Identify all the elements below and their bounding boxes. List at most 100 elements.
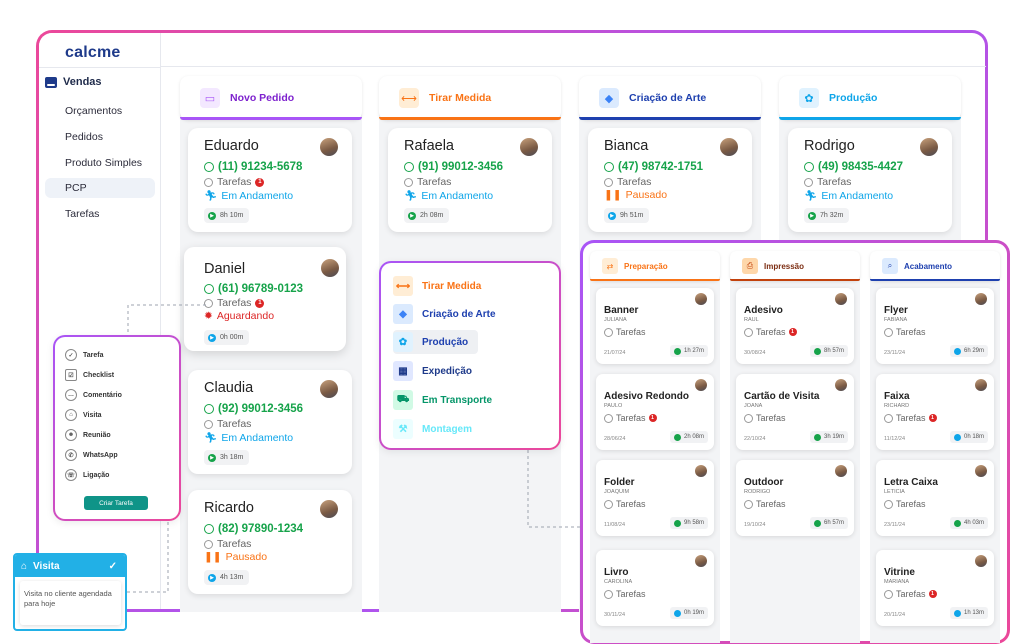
- timer-text: 6h 29m: [963, 348, 984, 354]
- sidebar-item-produto-simples[interactable]: Produto Simples: [45, 153, 155, 173]
- task-option-tarefa[interactable]: ✓ Tarefa: [65, 349, 104, 361]
- create-task-button[interactable]: Criar Tarefa: [84, 496, 148, 510]
- timer-badge[interactable]: 6h 57m: [809, 517, 848, 529]
- sidebar-item-pcp[interactable]: PCP: [45, 178, 155, 198]
- tasks-label: Tarefas: [896, 499, 926, 509]
- client-phone[interactable]: (92) 99012-3456: [204, 403, 303, 415]
- client-phone[interactable]: (11) 91234-5678: [204, 161, 302, 173]
- timer-badge[interactable]: 6h 29m: [949, 345, 988, 357]
- column-header[interactable]: ▭ Novo Pedido: [180, 76, 362, 120]
- timer-badge[interactable]: 1h 27m: [669, 345, 708, 357]
- task-option-visita[interactable]: ⌂ Visita: [65, 409, 102, 421]
- stage-option-criacao-arte[interactable]: ◆ Criação de Arte: [393, 302, 506, 326]
- visit-notification[interactable]: ⌂ Visita ✓ Visita no cliente agendada pa…: [13, 553, 127, 631]
- job-card[interactable]: Adesivo Redondo PAULO Tarefas 1 28/06/24 2h 0…: [596, 374, 714, 450]
- tasks-row[interactable]: Tarefas: [404, 176, 451, 188]
- job-card[interactable]: Banner JULIANA Tarefas 21/07/24 1h 27m: [596, 288, 714, 364]
- people-icon: ☻: [65, 429, 77, 441]
- sidebar-item-tarefas[interactable]: Tarefas: [45, 204, 155, 224]
- sidebar-item-orcamentos[interactable]: Orçamentos: [45, 101, 155, 121]
- timer-badge[interactable]: 0h 19m: [669, 607, 708, 619]
- job-card[interactable]: Flyer FABIANA Tarefas 23/11/24 6h 29m: [876, 288, 994, 364]
- job-card[interactable]: Vitrine MARIANA Tarefas 1 20/11/24 1h 13m: [876, 550, 994, 626]
- client-card[interactable]: Daniel (61) 96789-0123 Tarefas 1 ✹ Aguarda…: [184, 247, 346, 351]
- tasks-row[interactable]: Tarefas 1: [204, 297, 265, 309]
- column-header[interactable]: ✿ Produção: [779, 76, 961, 120]
- tasks-row[interactable]: Tarefas 1: [884, 413, 937, 423]
- job-client: CAROLINA: [604, 579, 633, 585]
- sidebar-section-vendas[interactable]: Vendas: [45, 76, 102, 88]
- stage-option-em-transporte[interactable]: ⛟ Em Transporte: [393, 388, 502, 412]
- visit-title: Visita: [33, 560, 60, 572]
- tasks-row[interactable]: Tarefas: [604, 499, 646, 509]
- job-card[interactable]: Faixa RICHARD Tarefas 1 11/12/24 0h 18m: [876, 374, 994, 450]
- client-card[interactable]: Rodrigo (49) 98435-4427 Tarefas 🏃︎ Em And…: [788, 128, 952, 232]
- stage-option-montagem[interactable]: ⚒ Montagem: [393, 417, 482, 441]
- checkmark-icon[interactable]: ✓: [109, 561, 117, 572]
- timer-badge[interactable]: 3h 19m: [809, 431, 848, 443]
- pcp-column-header[interactable]: ⇄ Preparação: [590, 251, 720, 281]
- timer-badge[interactable]: ▶ 8h 10m: [204, 208, 250, 223]
- job-card[interactable]: Outdoor RODRIGO Tarefas 19/10/24 6h 57m: [736, 460, 854, 536]
- pcp-column-header[interactable]: ⎙ Impressão: [730, 251, 860, 281]
- client-card[interactable]: Eduardo (11) 91234-5678 Tarefas 1 🏃︎ Em An…: [188, 128, 352, 232]
- timer-badge[interactable]: ▶ 9h 51m: [604, 208, 650, 223]
- client-phone[interactable]: (91) 99012-3456: [404, 161, 503, 173]
- client-phone[interactable]: (82) 97890-1234: [204, 523, 303, 535]
- job-card[interactable]: Letra Caixa LETICIA Tarefas 23/11/24 4h 03m: [876, 460, 994, 536]
- menu-label: WhatsApp: [83, 451, 118, 459]
- tasks-row[interactable]: Tarefas: [884, 499, 926, 509]
- job-card[interactable]: Folder JOAQUIM Tarefas 11/08/24 9h 58m: [596, 460, 714, 536]
- stage-label: Expedição: [422, 365, 473, 377]
- task-option-whatsapp[interactable]: ✆ WhatsApp: [65, 449, 118, 461]
- tasks-row[interactable]: Tarefas 1: [204, 176, 265, 188]
- timer-badge[interactable]: ▶ 0h 00m: [204, 330, 250, 345]
- task-option-ligacao[interactable]: ☏ Ligação: [65, 469, 109, 481]
- client-card[interactable]: Claudia (92) 99012-3456 Tarefas 🏃︎ Em And…: [188, 370, 352, 474]
- stage-option-tirar-medida[interactable]: ⟷ Tirar Medida: [393, 274, 491, 298]
- timer-badge[interactable]: ▶ 4h 13m: [204, 570, 250, 585]
- timer-badge[interactable]: ▶ 2h 08m: [404, 208, 450, 223]
- whatsapp-icon: ✆: [65, 449, 77, 461]
- timer-badge[interactable]: ▶ 7h 32m: [804, 208, 850, 223]
- tasks-row[interactable]: Tarefas: [744, 413, 786, 423]
- client-phone[interactable]: (49) 98435-4427: [804, 161, 903, 173]
- timer-badge[interactable]: 9h 58m: [669, 517, 708, 529]
- job-card[interactable]: Cartão de Visita JOANA Tarefas 22/10/24 3h 1…: [736, 374, 854, 450]
- task-option-checklist[interactable]: ☑ Checklist: [65, 369, 114, 381]
- timer-badge[interactable]: 0h 18m: [949, 431, 988, 443]
- client-card[interactable]: Bianca (47) 98742-1751 Tarefas ❚❚ Pausado…: [588, 128, 752, 232]
- tasks-row[interactable]: Tarefas: [204, 538, 251, 550]
- tasks-row[interactable]: Tarefas: [604, 589, 646, 599]
- tasks-row[interactable]: Tarefas 1: [604, 413, 657, 423]
- pcp-column-header[interactable]: ⌕ Acabamento: [870, 251, 1000, 281]
- sidebar-section-label: Vendas: [63, 76, 102, 88]
- tasks-row[interactable]: Tarefas: [604, 327, 646, 337]
- tasks-row[interactable]: Tarefas: [804, 176, 851, 188]
- timer-badge[interactable]: 8h 57m: [809, 345, 848, 357]
- stage-option-expedicao[interactable]: ▦ Expedição: [393, 359, 482, 383]
- task-option-reuniao[interactable]: ☻ Reunião: [65, 429, 111, 441]
- client-phone[interactable]: (47) 98742-1751: [604, 161, 703, 173]
- tasks-row[interactable]: Tarefas 1: [744, 327, 797, 337]
- job-card[interactable]: Adesivo RAUL Tarefas 1 30/08/24 8h 57m: [736, 288, 854, 364]
- column-header[interactable]: ◆ Criação de Arte: [579, 76, 761, 120]
- column-header[interactable]: ⟷ Tirar Medida: [379, 76, 561, 120]
- sidebar: calcme Vendas Orçamentos Pedidos Produto…: [39, 33, 161, 609]
- tasks-row[interactable]: Tarefas 1: [884, 589, 937, 599]
- timer-badge[interactable]: 1h 13m: [949, 607, 988, 619]
- sidebar-item-pedidos[interactable]: Pedidos: [45, 127, 155, 147]
- client-card[interactable]: Rafaela (91) 99012-3456 Tarefas 🏃︎ Em And…: [388, 128, 552, 232]
- timer-badge[interactable]: 2h 08m: [669, 431, 708, 443]
- tasks-row[interactable]: Tarefas: [204, 418, 251, 430]
- timer-badge[interactable]: 4h 03m: [949, 517, 988, 529]
- job-card[interactable]: Livro CAROLINA Tarefas 30/11/24 0h 19m: [596, 550, 714, 626]
- client-card[interactable]: Ricardo (82) 97890-1234 Tarefas ❚❚ Pausad…: [188, 490, 352, 594]
- task-option-comentario[interactable]: … Comentário: [65, 389, 122, 401]
- tasks-row[interactable]: Tarefas: [744, 499, 786, 509]
- stage-option-producao[interactable]: ✿ Produção: [393, 330, 479, 354]
- tasks-row[interactable]: Tarefas: [604, 176, 651, 188]
- client-phone[interactable]: (61) 96789-0123: [204, 283, 303, 295]
- timer-badge[interactable]: ▶ 3h 18m: [204, 450, 250, 465]
- tasks-row[interactable]: Tarefas: [884, 327, 926, 337]
